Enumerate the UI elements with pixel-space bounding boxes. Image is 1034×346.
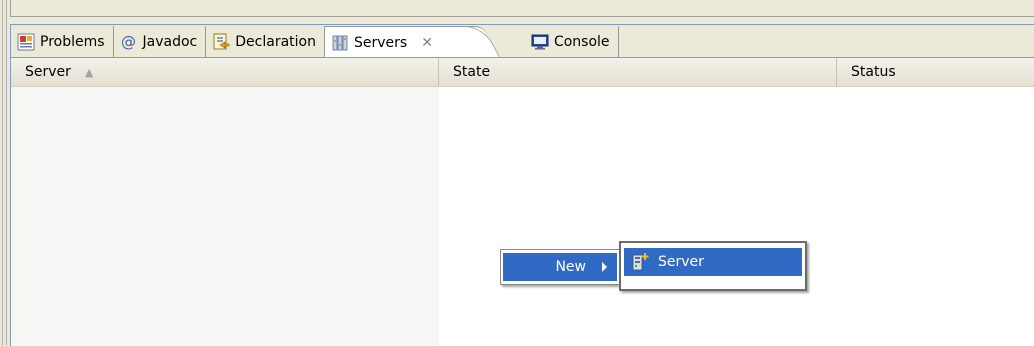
menu-item-label: New <box>555 259 586 275</box>
tab-servers[interactable]: Servers ✕ <box>324 26 487 58</box>
tab-problems[interactable]: Problems <box>11 26 114 58</box>
column-header-status[interactable]: Status <box>837 58 1034 86</box>
editor-area <box>10 0 1034 17</box>
column-label: State <box>453 64 491 80</box>
console-icon <box>531 33 549 51</box>
servers-view-panel: Problems @ Javadoc Declaration Servers ✕… <box>10 24 1034 346</box>
context-menu: New <box>500 249 620 285</box>
column-header-server[interactable]: Server ▲ <box>11 58 439 86</box>
tab-label: Javadoc <box>142 34 198 50</box>
tab-declaration[interactable]: Declaration <box>206 26 325 58</box>
javadoc-icon: @ <box>121 33 137 51</box>
tab-label: Console <box>553 34 610 50</box>
tab-javadoc[interactable]: @ Javadoc <box>113 26 207 58</box>
menu-item-new[interactable]: New <box>503 253 617 281</box>
column-header-state[interactable]: State <box>439 58 837 86</box>
menu-item-server[interactable]: Server <box>624 248 802 276</box>
tab-console[interactable]: Console <box>486 26 619 58</box>
window-edge <box>6 0 7 345</box>
column-label: Server <box>25 64 71 80</box>
tab-label: Servers <box>353 34 408 51</box>
new-server-icon <box>630 252 650 272</box>
submenu-arrow-icon <box>602 262 607 272</box>
declaration-icon <box>212 33 230 51</box>
tab-label: Declaration <box>235 34 316 50</box>
servers-icon <box>331 34 349 52</box>
menu-item-label: Server <box>658 254 704 270</box>
servers-table[interactable] <box>11 87 1034 346</box>
close-icon[interactable]: ✕ <box>421 35 433 51</box>
sort-ascending-icon: ▲ <box>84 65 94 79</box>
tab-label: Problems <box>40 34 105 50</box>
submenu: Server <box>619 241 807 291</box>
window-edge <box>2 0 3 345</box>
problems-icon <box>17 33 35 51</box>
server-column-area <box>11 87 439 346</box>
column-label: Status <box>851 64 896 80</box>
table-header: Server ▲ State Status <box>11 58 1034 87</box>
